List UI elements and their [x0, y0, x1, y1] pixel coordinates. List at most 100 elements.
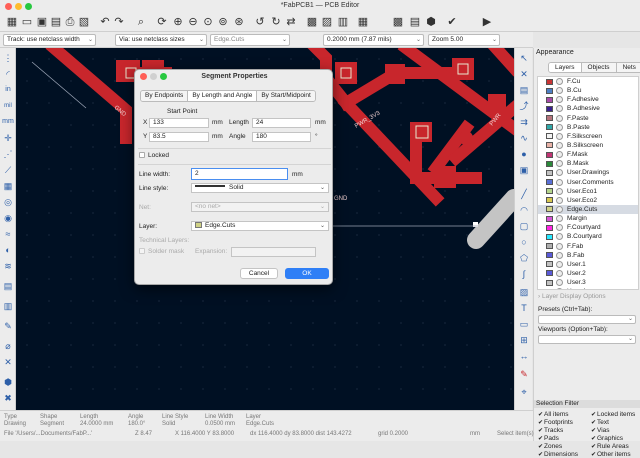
layer-select-dialog[interactable]: Edge.Cuts ⌄	[191, 221, 329, 231]
layer-color-swatch[interactable]	[546, 243, 553, 250]
presets-select[interactable]: ⌄	[538, 315, 636, 324]
layer-color-swatch[interactable]	[546, 288, 553, 289]
visibility-eye-icon[interactable]	[556, 78, 563, 85]
layer-row[interactable]: User.3	[538, 278, 638, 287]
add-footprint-icon[interactable]: ▤	[518, 84, 530, 96]
ungroup-icon[interactable]: ▨	[320, 15, 334, 29]
layer-color-swatch[interactable]	[546, 78, 553, 85]
selection-filter-checkbox[interactable]: ✔Other items	[591, 451, 631, 458]
zoom-fit-icon[interactable]: ⊙	[201, 15, 215, 29]
page-settings-icon[interactable]: ▤	[49, 15, 63, 29]
layer-row[interactable]: User.Drawings	[538, 168, 638, 177]
draw-bezier-icon[interactable]: ∫	[518, 268, 530, 280]
via-outline-icon[interactable]: ◉	[2, 212, 14, 224]
delete-icon[interactable]: ✎	[518, 368, 530, 380]
select-icon[interactable]: ↖	[518, 52, 530, 64]
high-contrast-icon[interactable]: ◐	[2, 244, 14, 256]
layer-color-swatch[interactable]	[546, 215, 553, 222]
tab-layers[interactable]: Layers	[549, 63, 582, 72]
open-icon[interactable]: ▭	[20, 15, 34, 29]
selection-filter-checkbox[interactable]: ✔Rule Areas	[591, 443, 629, 450]
visibility-eye-icon[interactable]	[556, 87, 563, 95]
undo-icon[interactable]: ↶	[98, 15, 112, 29]
grid-toggle-icon[interactable]: ⋮	[2, 52, 14, 64]
length-tuning-icon[interactable]: ⌀	[2, 340, 14, 352]
layer-color-swatch[interactable]	[546, 279, 553, 286]
tune-length-icon[interactable]: ∿	[518, 132, 530, 144]
layer-select[interactable]: Edge.Cuts ⌄	[210, 34, 290, 46]
ok-button[interactable]: OK	[285, 268, 329, 279]
mirror-icon[interactable]: ⇄	[284, 15, 298, 29]
minimize-window-button[interactable]	[15, 3, 22, 10]
layer-row[interactable]: F.Silkscreen	[538, 132, 638, 141]
layer-row[interactable]: B.Mask	[538, 159, 638, 168]
visibility-eye-icon[interactable]	[556, 269, 563, 277]
track-outline-icon[interactable]: ≈	[2, 228, 14, 240]
add-via-icon[interactable]: ●	[518, 148, 530, 160]
layer-row[interactable]: User.2	[538, 269, 638, 278]
layer-color-swatch[interactable]	[546, 261, 553, 268]
zone-fill-icon[interactable]: ▦	[2, 180, 14, 192]
ratsnest-icon[interactable]: ⋰	[2, 148, 14, 160]
visibility-eye-icon[interactable]	[556, 215, 563, 223]
layer-color-swatch[interactable]	[546, 233, 553, 240]
layer-row[interactable]: F.Fab	[538, 242, 638, 251]
redo-icon[interactable]: ↷	[112, 15, 126, 29]
visibility-eye-icon[interactable]	[556, 114, 563, 122]
layer-row[interactable]: B.Courtyard	[538, 232, 638, 241]
print-icon[interactable]: ⎙	[63, 15, 77, 29]
tab-objects[interactable]: Objects	[581, 63, 617, 72]
layer-color-swatch[interactable]	[546, 105, 553, 112]
layer-display-options[interactable]: › Layer Display Options	[538, 293, 606, 300]
zoom-out-icon[interactable]: ⊖	[186, 15, 200, 29]
layer-row[interactable]: User.Eco1	[538, 187, 638, 196]
find-icon[interactable]: ⌕	[134, 15, 148, 29]
tools-icon[interactable]: ✖	[2, 392, 14, 404]
visibility-eye-icon[interactable]	[556, 96, 563, 104]
angle-input[interactable]: 180	[252, 132, 311, 142]
visibility-eye-icon[interactable]	[556, 242, 563, 250]
drc-icon[interactable]: ✔	[445, 15, 459, 29]
3d-model-icon[interactable]: ⬢	[2, 376, 14, 388]
set-origin-icon[interactable]: ⌖	[518, 386, 530, 398]
visibility-eye-icon[interactable]	[556, 233, 563, 241]
track-width-select[interactable]: Track: use netclass width ⌄	[3, 34, 96, 46]
group-icon[interactable]: ▩	[305, 15, 319, 29]
add-textbox-icon[interactable]: ▭	[518, 318, 530, 330]
tab-by-endpoints[interactable]: By Endpoints	[141, 91, 189, 101]
layer-color-swatch[interactable]	[546, 87, 553, 94]
draw-rectangle-icon[interactable]: ▢	[518, 220, 530, 232]
layer-color-swatch[interactable]	[546, 270, 553, 277]
visibility-eye-icon[interactable]	[556, 160, 563, 168]
grid-select[interactable]: 0.2000 mm (7.87 mils) ⌄	[323, 34, 424, 46]
x-input[interactable]: 133	[149, 118, 209, 128]
layer-row[interactable]: B.Cu	[538, 86, 638, 95]
draw-line-icon[interactable]: ╱	[518, 188, 530, 200]
layer-row[interactable]: F.Adhesive	[538, 95, 638, 104]
visibility-eye-icon[interactable]	[556, 141, 563, 149]
units-inch-icon[interactable]: in	[2, 84, 14, 96]
layer-color-swatch[interactable]	[546, 188, 553, 195]
cursor-shape-icon[interactable]: ✛	[2, 132, 14, 144]
footprint-browser-icon[interactable]: ▤	[408, 15, 422, 29]
layer-color-swatch[interactable]	[546, 133, 553, 140]
layer-row[interactable]: User.Eco2	[538, 196, 638, 205]
close-window-button[interactable]	[5, 3, 12, 10]
route-diff-pair-icon[interactable]: ⇉	[518, 116, 530, 128]
layer-row[interactable]: Margin	[538, 214, 638, 223]
route-track-icon[interactable]: ⤴	[518, 100, 530, 112]
diff-pair-icon[interactable]: ✕	[2, 356, 14, 368]
layers-list[interactable]: F.Cu B.Cu F.Adhesive B.Adhesive F.Paste B.Pas…	[537, 76, 639, 290]
visibility-eye-icon[interactable]	[556, 187, 563, 195]
zoom-objects-icon[interactable]: ⊚	[216, 15, 230, 29]
visibility-eye-icon[interactable]	[556, 288, 563, 289]
layer-row[interactable]: User.1	[538, 260, 638, 269]
visibility-eye-icon[interactable]	[556, 123, 563, 131]
selection-filter-checkbox[interactable]: ✔Locked items	[591, 411, 635, 418]
add-zone-icon[interactable]: ▣	[518, 164, 530, 176]
visibility-eye-icon[interactable]	[556, 279, 563, 287]
layer-color-swatch[interactable]	[546, 124, 553, 131]
draw-circle-icon[interactable]: ○	[518, 236, 530, 248]
polar-coords-icon[interactable]: ◜	[2, 68, 14, 80]
via-size-select[interactable]: Via: use netclass sizes ⌄	[115, 34, 207, 46]
